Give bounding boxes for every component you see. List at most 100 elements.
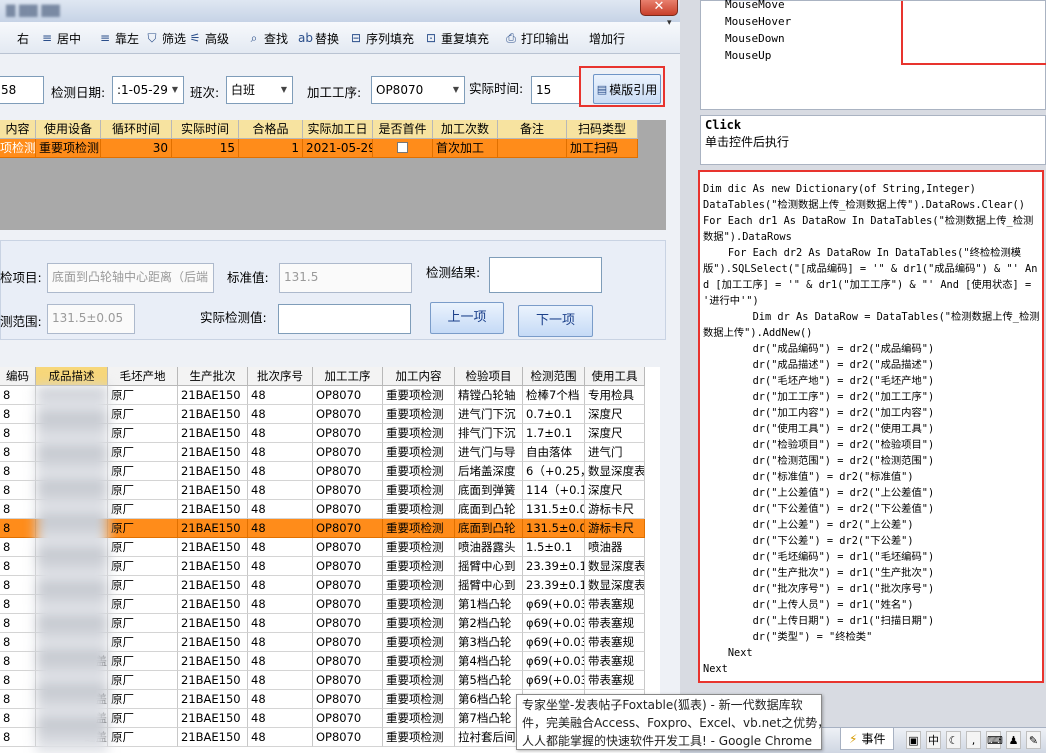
- table-cell[interactable]: 23.39±0.1: [523, 557, 585, 576]
- table-cell[interactable]: 8: [0, 595, 36, 614]
- toolbar-button[interactable]: ⊡ 重复填充: [424, 29, 489, 47]
- table-cell[interactable]: 原厂: [108, 538, 178, 557]
- table-cell[interactable]: 重要项检测: [383, 728, 455, 747]
- table-cell[interactable]: 21BAE150: [178, 519, 248, 538]
- table-cell[interactable]: 原厂: [108, 481, 178, 500]
- table-cell[interactable]: OP8070: [313, 633, 383, 652]
- table-cell[interactable]: OP8070: [313, 652, 383, 671]
- toolbar-button[interactable]: ≡ 居中: [40, 29, 81, 47]
- table-cell[interactable]: 114（+0.1: [523, 481, 585, 500]
- table-cell[interactable]: OP8070: [313, 519, 383, 538]
- table-cell[interactable]: 21BAE150: [178, 538, 248, 557]
- table-cell[interactable]: 重要项检测: [383, 481, 455, 500]
- table-cell[interactable]: 21BAE150: [178, 690, 248, 709]
- toolbar-button[interactable]: ≡ 靠左: [98, 29, 139, 47]
- column-header[interactable]: 检测范围: [523, 367, 585, 386]
- column-header[interactable]: 使用工具: [585, 367, 645, 386]
- actual-time-input[interactable]: 15: [531, 76, 581, 104]
- table-cell[interactable]: 喷油器露头: [455, 538, 523, 557]
- column-header[interactable]: 备注: [498, 120, 567, 139]
- table-cell[interactable]: 第7档凸轮: [455, 709, 523, 728]
- table-cell[interactable]: 重要项检测: [383, 614, 455, 633]
- table-cell[interactable]: OP8070: [313, 671, 383, 690]
- standard-field[interactable]: 131.5: [279, 263, 412, 293]
- range-field[interactable]: 131.5±0.05: [47, 304, 135, 334]
- table-cell[interactable]: 8: [0, 500, 36, 519]
- table-cell[interactable]: 重要项检测: [383, 519, 455, 538]
- prev-item-button[interactable]: 上一项: [430, 302, 504, 334]
- table-cell[interactable]: 48: [248, 633, 313, 652]
- column-header[interactable]: 实际时间: [172, 120, 239, 139]
- process-select[interactable]: OP8070 ▼: [371, 76, 465, 104]
- table-cell[interactable]: 原厂: [108, 557, 178, 576]
- column-header[interactable]: 编码: [0, 367, 36, 386]
- column-header[interactable]: 扫码类型: [567, 120, 638, 139]
- table-cell[interactable]: 48: [248, 709, 313, 728]
- table-cell[interactable]: 原厂: [108, 443, 178, 462]
- column-header[interactable]: 合格品: [239, 120, 303, 139]
- table-cell[interactable]: 深度尺: [585, 481, 645, 500]
- date-picker[interactable]: :1-05-29 ▼: [112, 76, 184, 104]
- record-grid[interactable]: 内容 使用设备 循环时间 实际时间 合格品 实际加工日 是否首件 加工次数 备注 扫码类型 项检测…: [0, 120, 666, 230]
- table-cell[interactable]: 重要项检测: [383, 671, 455, 690]
- table-cell[interactable]: 8: [0, 481, 36, 500]
- table-cell[interactable]: 重要项检测: [383, 500, 455, 519]
- table-cell[interactable]: 8: [0, 633, 36, 652]
- table-cell[interactable]: 21BAE150: [178, 709, 248, 728]
- table-cell[interactable]: φ69(+0.03: [523, 595, 585, 614]
- table-cell[interactable]: OP8070: [313, 405, 383, 424]
- table-cell[interactable]: 深度尺: [585, 424, 645, 443]
- toolbar-button[interactable]: ⌕ 查找: [247, 29, 288, 47]
- table-cell[interactable]: 8: [0, 386, 36, 405]
- table-cell[interactable]: 第2档凸轮: [455, 614, 523, 633]
- table-cell[interactable]: 48: [248, 481, 313, 500]
- column-header[interactable]: 内容: [0, 120, 36, 139]
- table-cell[interactable]: [498, 139, 567, 158]
- table-cell[interactable]: OP8070: [313, 614, 383, 633]
- table-cell[interactable]: 21BAE150: [178, 481, 248, 500]
- table-cell[interactable]: 48: [248, 405, 313, 424]
- code-text[interactable]: Dim dic As new Dictionary(of String,Inte…: [703, 181, 1041, 677]
- table-cell[interactable]: 48: [248, 576, 313, 595]
- table-cell[interactable]: 后堵盖深度: [455, 462, 523, 481]
- table-cell[interactable]: OP8070: [313, 443, 383, 462]
- table-cell[interactable]: 重要项检测: [383, 405, 455, 424]
- wrench-icon[interactable]: ✎: [1026, 731, 1041, 749]
- table-cell[interactable]: 48: [248, 462, 313, 481]
- table-cell[interactable]: 进气门下沉: [455, 405, 523, 424]
- table-cell[interactable]: 第5档凸轮: [455, 671, 523, 690]
- column-header[interactable]: 加工工序: [313, 367, 383, 386]
- table-cell[interactable]: 8: [0, 538, 36, 557]
- table-cell[interactable]: OP8070: [313, 481, 383, 500]
- table-cell[interactable]: 48: [248, 614, 313, 633]
- actual-value-input[interactable]: [278, 304, 411, 334]
- table-cell[interactable]: OP8070: [313, 557, 383, 576]
- table-cell[interactable]: 21BAE150: [178, 728, 248, 747]
- table-cell[interactable]: 21BAE150: [178, 462, 248, 481]
- table-cell[interactable]: 1: [239, 139, 303, 158]
- table-cell[interactable]: 重要项检测: [383, 424, 455, 443]
- column-header[interactable]: 毛坯产地: [108, 367, 178, 386]
- table-cell[interactable]: 重要项检测: [36, 139, 101, 158]
- table-cell[interactable]: 重要项检测: [383, 633, 455, 652]
- table-cell[interactable]: 第4档凸轮: [455, 652, 523, 671]
- table-cell[interactable]: 重要项检测: [383, 595, 455, 614]
- table-cell[interactable]: 第6档凸轮: [455, 690, 523, 709]
- table-cell[interactable]: 数显深度表: [585, 462, 645, 481]
- moon-icon[interactable]: ☾: [946, 731, 961, 749]
- ime-logo-icon[interactable]: ▣: [906, 731, 921, 749]
- table-cell[interactable]: 1.5±0.1: [523, 538, 585, 557]
- table-cell[interactable]: φ69(+0.03: [523, 614, 585, 633]
- column-header[interactable]: 批次序号: [248, 367, 313, 386]
- table-cell[interactable]: 重要项检测: [383, 576, 455, 595]
- table-cell[interactable]: 原厂: [108, 671, 178, 690]
- table-cell[interactable]: 6（+0.25，: [523, 462, 585, 481]
- table-cell[interactable]: OP8070: [313, 595, 383, 614]
- table-cell[interactable]: 拉衬套后间: [455, 728, 523, 747]
- table-cell[interactable]: 23.39±0.1: [523, 576, 585, 595]
- table-cell[interactable]: 带表塞规: [585, 652, 645, 671]
- table-cell[interactable]: 游标卡尺: [585, 519, 645, 538]
- table-cell[interactable]: 原厂: [108, 690, 178, 709]
- event-item[interactable]: MouseDown: [725, 32, 785, 45]
- table-cell[interactable]: 摇臂中心到: [455, 576, 523, 595]
